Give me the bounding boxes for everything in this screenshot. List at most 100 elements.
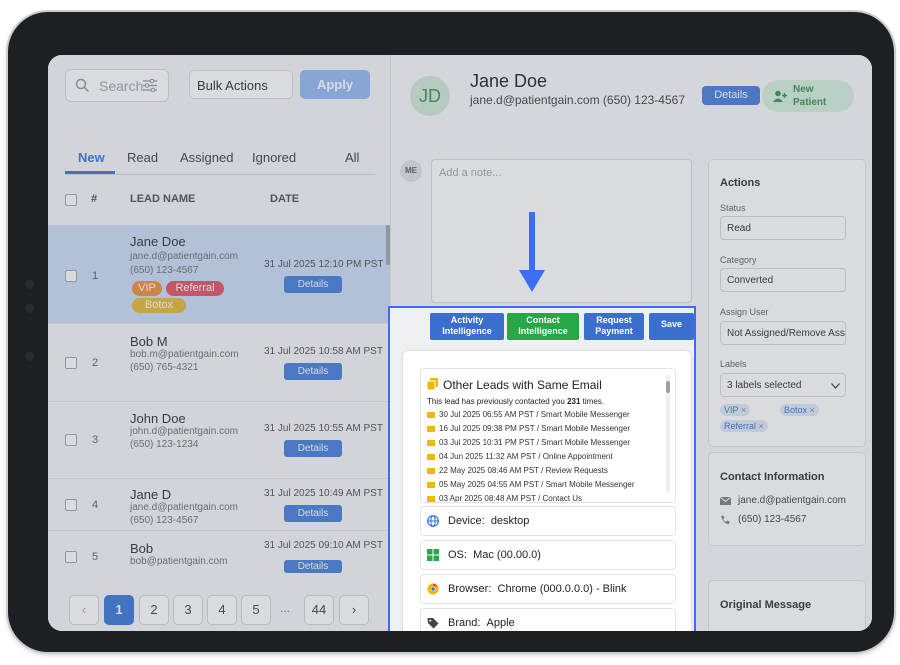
patient-details-button[interactable]: Details: [702, 86, 760, 105]
new-patient-label: New: [793, 84, 814, 95]
details-button[interactable]: Details: [284, 505, 342, 522]
other-leads-scrollbar[interactable]: [666, 375, 670, 493]
details-button[interactable]: Details: [284, 363, 342, 380]
lead-name[interactable]: Jane D: [130, 487, 171, 502]
lead-history-item: 05 May 2025 04:55 AM PST / Smart Mobile …: [427, 480, 635, 489]
side-sensor: [25, 280, 34, 289]
os-row: OS: Mac (00.00.0): [420, 540, 676, 570]
assign-user-select[interactable]: Not Assigned/Remove Ass: [720, 321, 846, 345]
row-checkbox[interactable]: [65, 434, 77, 446]
contact-intelligence-button[interactable]: Contact Intelligence: [507, 313, 579, 340]
other-leads-box[interactable]: Other Leads with Same Email This lead ha…: [420, 368, 676, 503]
original-message-title: Original Message: [720, 599, 812, 611]
status-select[interactable]: Read: [720, 216, 846, 240]
table-row[interactable]: 2 Bob M bob.m@patientgain.com (650) 765-…: [48, 324, 390, 402]
column-number: #: [91, 193, 98, 205]
active-tab-indicator: [65, 171, 115, 174]
page-3[interactable]: 3: [173, 595, 203, 625]
lead-history-item: 22 May 2025 08:46 AM PST / Review Reques…: [427, 466, 608, 475]
label-chip-referral: Referral ×: [720, 420, 768, 432]
page-2[interactable]: 2: [139, 595, 169, 625]
other-leads-intro: This lead has previously contacted you 2…: [427, 397, 604, 406]
search-box[interactable]: Search: [65, 69, 169, 102]
tag-referral: Referral: [166, 281, 224, 296]
contact-phone[interactable]: (650) 123-4567: [738, 514, 806, 525]
envelope-icon: [427, 453, 435, 460]
remove-label-icon[interactable]: ×: [741, 405, 746, 415]
row-checkbox[interactable]: [65, 270, 77, 282]
row-checkbox[interactable]: [65, 357, 77, 369]
lead-name[interactable]: Bob M: [130, 334, 168, 349]
page-ellipsis: ...: [280, 601, 291, 615]
remove-label-icon[interactable]: ×: [759, 421, 764, 431]
tab-assigned[interactable]: Assigned: [180, 150, 233, 165]
table-row[interactable]: 1 Jane Doe jane.d@patientgain.com (650) …: [48, 225, 390, 324]
row-checkbox[interactable]: [65, 551, 77, 563]
assign-user-label: Assign User: [720, 307, 769, 317]
app-screen: Search Bulk Actions Apply New Read Assig…: [48, 55, 872, 631]
select-all-checkbox[interactable]: [65, 194, 77, 206]
status-label: Status: [720, 203, 746, 213]
request-payment-button[interactable]: Request Payment: [584, 313, 644, 340]
envelope-icon: [720, 497, 731, 505]
lead-name[interactable]: Jane Doe: [130, 234, 186, 249]
labels-select[interactable]: 3 labels selected: [720, 373, 846, 397]
note-input[interactable]: Add a note...: [431, 159, 692, 303]
remove-label-icon[interactable]: ×: [810, 405, 815, 415]
tab-new[interactable]: New: [78, 150, 105, 165]
apply-button[interactable]: Apply: [300, 70, 370, 99]
column-lead-name: LEAD NAME: [130, 193, 196, 205]
lead-history-item: 04 Jun 2025 11:32 AM PST / Online Appoin…: [427, 452, 613, 461]
page-4[interactable]: 4: [207, 595, 237, 625]
lead-name[interactable]: John Doe: [130, 411, 186, 426]
envelope-icon: [427, 481, 435, 488]
patient-contact: jane.d@patientgain.com (650) 123-4567: [470, 93, 685, 107]
lead-phone: (650) 123-4567: [130, 515, 199, 526]
row-number: 4: [92, 499, 99, 511]
page-44[interactable]: 44: [304, 595, 334, 625]
details-button[interactable]: Details: [284, 276, 342, 293]
lead-phone: (650) 123-1234: [130, 439, 199, 450]
note-author-avatar: ME: [400, 160, 422, 182]
category-select[interactable]: Converted: [720, 268, 846, 292]
bulk-actions-select[interactable]: Bulk Actions: [189, 70, 293, 99]
brand-row: Brand: Apple: [420, 608, 676, 631]
table-row[interactable]: 3 John Doe john.d@patientgain.com (650) …: [48, 402, 390, 479]
globe-icon: [427, 515, 439, 527]
details-button[interactable]: Details: [284, 560, 342, 573]
prev-page-button[interactable]: ‹: [69, 595, 99, 625]
search-input[interactable]: Search: [99, 78, 143, 94]
tab-read[interactable]: Read: [127, 150, 158, 165]
contact-email[interactable]: jane.d@patientgain.com: [738, 495, 846, 506]
page-5[interactable]: 5: [241, 595, 271, 625]
envelope-icon: [427, 439, 435, 446]
phone-icon: [721, 515, 730, 525]
other-leads-title: Other Leads with Same Email: [443, 378, 602, 392]
lead-date: 31 Jul 2025 12:10 PM PST: [264, 259, 384, 270]
row-number: 2: [92, 357, 99, 369]
chevron-down-icon: [831, 383, 840, 389]
row-checkbox[interactable]: [65, 499, 77, 511]
tag-icon: [427, 618, 439, 629]
windows-icon: [427, 549, 439, 561]
save-button[interactable]: Save: [649, 313, 694, 340]
table-row[interactable]: 5 Bob bob@patientgain.com 31 Jul 2025 09…: [48, 531, 390, 577]
browser-info: Browser: Chrome (000.0.0.0) - Blink: [448, 583, 627, 595]
pointer-arrow-head: [519, 270, 545, 292]
brand-info: Brand: Apple: [448, 617, 515, 629]
chrome-icon: [427, 583, 439, 595]
tab-all[interactable]: All: [345, 150, 359, 165]
page-1[interactable]: 1: [104, 595, 134, 625]
tab-ignored[interactable]: Ignored: [252, 150, 296, 165]
details-button[interactable]: Details: [284, 440, 342, 457]
activity-intelligence-button[interactable]: Activity Intelligence: [430, 313, 504, 340]
side-sensor: [25, 304, 34, 313]
filter-sliders-icon[interactable]: [143, 79, 157, 92]
new-patient-label: Patient: [793, 97, 827, 108]
new-patient-button[interactable]: New Patient: [762, 80, 854, 112]
list-scrollbar[interactable]: [386, 225, 390, 265]
next-page-button[interactable]: ›: [339, 595, 369, 625]
lead-name[interactable]: Bob: [130, 541, 153, 556]
tag-botox: Botox: [132, 298, 186, 313]
table-row[interactable]: 4 Jane D jane.d@patientgain.com (650) 12…: [48, 479, 390, 531]
